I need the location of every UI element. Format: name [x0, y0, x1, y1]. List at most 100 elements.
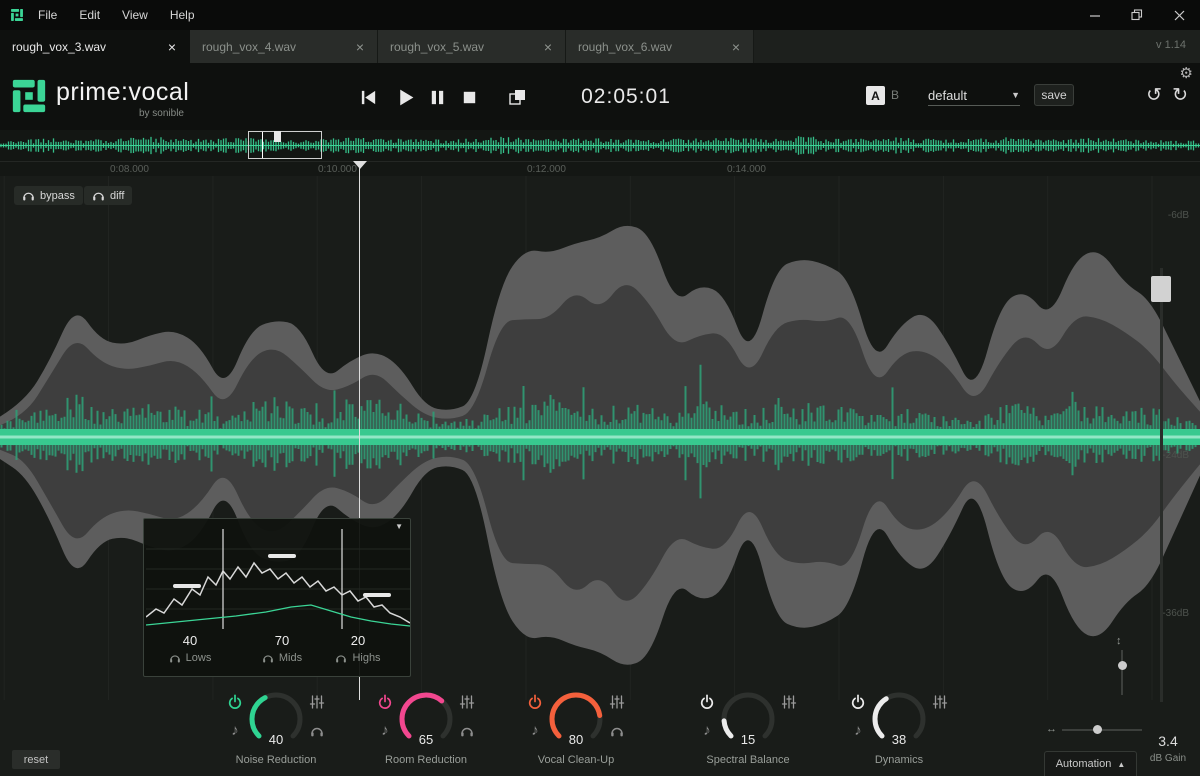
- gain-slider-handle[interactable]: [1151, 276, 1171, 302]
- window-controls: [1074, 0, 1200, 30]
- diff-button[interactable]: diff: [84, 186, 132, 205]
- gain-unit-label: dB Gain: [1142, 753, 1194, 764]
- preset-selector[interactable]: default ▼: [928, 85, 1020, 106]
- power-icon[interactable]: [377, 694, 393, 710]
- chevron-down-icon: ▼: [1011, 90, 1020, 100]
- plugin-header: prime:vocal by sonible 02:05:01 A B defa…: [0, 63, 1200, 130]
- pause-icon[interactable]: [425, 85, 449, 109]
- ruler-label: 0:14.000: [727, 164, 766, 175]
- band-mids[interactable]: 70 Mids: [240, 633, 324, 664]
- horizontal-zoom-icon: ↔: [1046, 723, 1057, 735]
- bypass-label: bypass: [40, 190, 75, 202]
- menu-view[interactable]: View: [122, 8, 148, 22]
- close-icon[interactable]: [1158, 0, 1200, 30]
- settings-gear-icon[interactable]: ⚙: [1180, 64, 1193, 82]
- skip-back-icon[interactable]: [356, 85, 380, 109]
- prime-vocal-window: File Edit View Help rough_vox_3.wav × ro…: [0, 0, 1200, 776]
- automation-button[interactable]: Automation ▲: [1044, 751, 1137, 776]
- module-spectral-balance: ♪ 15 Spectral Balance: [686, 690, 810, 772]
- horizontal-zoom-slider[interactable]: [1062, 729, 1142, 731]
- ab-toggle-b[interactable]: B: [891, 88, 899, 102]
- tab-bar: rough_vox_3.wav × rough_vox_4.wav × roug…: [0, 30, 1200, 63]
- faders-icon[interactable]: [932, 694, 948, 710]
- tab-close-icon[interactable]: ×: [165, 38, 179, 56]
- preset-name: default: [928, 88, 967, 103]
- ab-toggle-a[interactable]: A: [866, 86, 885, 105]
- bypass-button[interactable]: bypass: [14, 186, 83, 205]
- band-highs[interactable]: 20 Highs: [316, 633, 400, 664]
- region-handle[interactable]: [262, 132, 263, 158]
- reset-button[interactable]: reset: [12, 750, 60, 769]
- tab-close-icon[interactable]: ×: [353, 38, 367, 56]
- headphone-icon[interactable]: [262, 653, 274, 663]
- tab-rough-vox-6[interactable]: rough_vox_6.wav ×: [566, 30, 754, 63]
- band-control-panel: ▼ 40 Lows 70 Mids 20 Hi: [143, 518, 411, 677]
- tab-rough-vox-3[interactable]: rough_vox_3.wav ×: [0, 30, 190, 63]
- faders-icon[interactable]: [781, 694, 797, 710]
- save-button[interactable]: save: [1034, 84, 1074, 106]
- power-icon[interactable]: [227, 694, 243, 710]
- tab-close-icon[interactable]: ×: [729, 38, 743, 56]
- band-spectrum-display[interactable]: [146, 529, 410, 629]
- stop-icon[interactable]: [457, 85, 481, 109]
- module-label: Noise Reduction: [214, 754, 338, 766]
- vertical-zoom-icon: ↕: [1116, 635, 1122, 647]
- diff-label: diff: [110, 190, 124, 202]
- tab-rough-vox-5[interactable]: rough_vox_5.wav ×: [378, 30, 566, 63]
- module-vocal-clean-up: ♪ 80 Vocal Clean-Up: [514, 690, 638, 772]
- power-icon[interactable]: [699, 694, 715, 710]
- tab-label: rough_vox_6.wav: [578, 40, 729, 54]
- module-room-reduction: ♪ 65 Room Reduction: [364, 690, 488, 772]
- redo-icon[interactable]: ↻: [1172, 84, 1188, 107]
- gain-value: 3.4: [1148, 733, 1188, 749]
- minimize-icon[interactable]: [1074, 0, 1116, 30]
- band-value: 20: [316, 633, 400, 648]
- headphone-icon[interactable]: [335, 653, 347, 663]
- power-icon[interactable]: [850, 694, 866, 710]
- region-marker[interactable]: [274, 131, 281, 142]
- tab-label: rough_vox_5.wav: [390, 40, 541, 54]
- tab-label: rough_vox_4.wav: [202, 40, 353, 54]
- band-label: Lows: [186, 652, 212, 664]
- vertical-zoom-handle[interactable]: [1118, 661, 1127, 670]
- horizontal-zoom-handle[interactable]: [1093, 725, 1102, 734]
- module-value: 38: [837, 732, 961, 747]
- menu-file[interactable]: File: [38, 8, 57, 22]
- restore-icon[interactable]: [1116, 0, 1158, 30]
- sonible-logo-icon: [10, 77, 48, 115]
- module-value: 40: [214, 732, 338, 747]
- band-value: 70: [240, 633, 324, 648]
- gain-slider-track[interactable]: [1160, 268, 1163, 702]
- faders-icon[interactable]: [609, 694, 625, 710]
- version-label: v 1.14: [1156, 39, 1186, 51]
- tab-rough-vox-4[interactable]: rough_vox_4.wav ×: [190, 30, 378, 63]
- brand-title: prime:vocal: [56, 78, 189, 107]
- power-icon[interactable]: [527, 694, 543, 710]
- app-logo-icon: [10, 8, 24, 22]
- time-ruler: 0:08.000 0:10.000 0:12.000 0:14.000: [0, 161, 1200, 176]
- undo-icon[interactable]: ↺: [1146, 84, 1162, 107]
- module-label: Vocal Clean-Up: [514, 754, 638, 766]
- headphone-icon[interactable]: [169, 653, 181, 663]
- playhead-marker[interactable]: [353, 161, 367, 169]
- band-value: 40: [148, 633, 232, 648]
- menu-help[interactable]: Help: [170, 8, 195, 22]
- titlebar: File Edit View Help: [0, 0, 1200, 30]
- db-scale-label: -6dB: [1145, 210, 1189, 221]
- vertical-zoom-slider[interactable]: [1121, 650, 1123, 695]
- menu-edit[interactable]: Edit: [79, 8, 100, 22]
- play-icon[interactable]: [393, 85, 417, 109]
- waveform-overview[interactable]: [0, 130, 1200, 161]
- faders-icon[interactable]: [459, 694, 475, 710]
- faders-icon[interactable]: [309, 694, 325, 710]
- module-label: Room Reduction: [364, 754, 488, 766]
- automation-label: Automation: [1056, 758, 1112, 770]
- view-region-selector[interactable]: [248, 131, 322, 159]
- tab-close-icon[interactable]: ×: [541, 38, 555, 56]
- band-label: Highs: [352, 652, 380, 664]
- band-lows[interactable]: 40 Lows: [148, 633, 232, 664]
- time-display: 02:05:01: [570, 85, 682, 109]
- loop-icon[interactable]: [505, 85, 529, 109]
- band-readouts: 40 Lows 70 Mids 20 Highs: [144, 633, 410, 675]
- ruler-label: 0:08.000: [110, 164, 149, 175]
